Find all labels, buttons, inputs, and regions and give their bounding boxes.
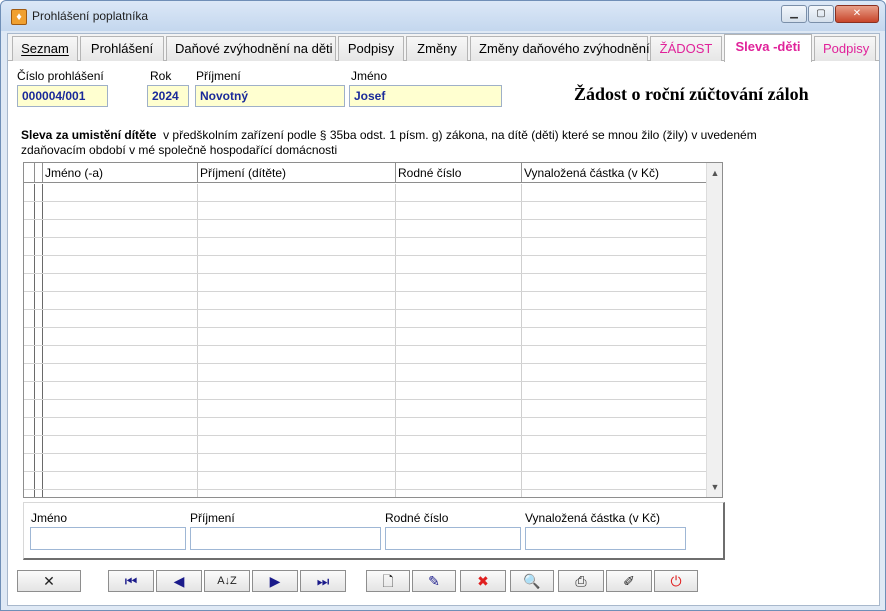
col-rodne-cislo[interactable]: Rodné číslo: [395, 163, 521, 183]
table-row[interactable]: [24, 202, 708, 220]
close-icon[interactable]: ✕: [835, 5, 879, 23]
page-title: Žádost o roční zúčtování záloh: [574, 84, 809, 104]
tab-bar: Seznam Prohlášení Daňové zvýhodnění na d…: [8, 34, 879, 62]
table-row[interactable]: [24, 346, 708, 364]
table-row[interactable]: [24, 328, 708, 346]
tab-podpisy[interactable]: Podpisy: [338, 36, 404, 61]
description: Sleva za umistění dítěte v předškolním z…: [21, 128, 781, 158]
table-row[interactable]: [24, 184, 708, 202]
cislo-field[interactable]: 000004/001: [17, 85, 108, 107]
delete-record-icon[interactable]: ✖: [460, 570, 506, 592]
detail-rodne-input[interactable]: [385, 527, 521, 550]
grid-scrollbar[interactable]: ▲ ▼: [706, 163, 722, 497]
table-row[interactable]: [24, 418, 708, 436]
children-grid[interactable]: Jméno (-a) Příjmení (dítěte) Rodné číslo…: [23, 162, 723, 498]
table-row[interactable]: [24, 364, 708, 382]
tab-sleva-deti[interactable]: Sleva -děti: [724, 34, 812, 62]
cancel-x-icon[interactable]: ✕: [17, 570, 81, 592]
new-record-icon[interactable]: 🗋: [366, 570, 410, 592]
detail-jmeno-input[interactable]: [30, 527, 186, 550]
settings-icon[interactable]: ✐: [606, 570, 652, 592]
tab-danove-zvyhodneni[interactable]: Daňové zvýhodnění na děti: [166, 36, 336, 61]
detail-castka-input[interactable]: [525, 527, 686, 550]
tab-zadost[interactable]: ŽÁDOST: [650, 36, 722, 61]
row-indicator-header: [24, 163, 34, 183]
table-row[interactable]: [24, 400, 708, 418]
detail-jmeno-label: Jméno: [31, 511, 68, 525]
titlebar: ♦ Prohlášení poplatníka ▁ ▢ ✕: [1, 1, 885, 31]
print-icon[interactable]: ⎙: [558, 570, 604, 592]
table-row[interactable]: [24, 472, 708, 490]
form-content: Seznam Prohlášení Daňové zvýhodnění na d…: [7, 33, 880, 606]
first-record-icon[interactable]: ⏮: [108, 570, 154, 592]
detail-panel: Jméno Příjmení Rodné číslo Vynaložená čá…: [23, 502, 725, 560]
prijmeni-field[interactable]: Novotný: [195, 85, 345, 107]
table-row[interactable]: [24, 310, 708, 328]
scroll-up-icon[interactable]: ▲: [707, 165, 722, 181]
prijmeni-label: Příjmení: [196, 69, 241, 83]
tab-prohlaseni[interactable]: Prohlášení: [80, 36, 164, 61]
detail-rodne-label: Rodné číslo: [385, 511, 449, 525]
maximize-icon[interactable]: ▢: [808, 5, 834, 23]
tab-zmeny-zvyhodneni[interactable]: Změny daňového zvýhodnění: [470, 36, 650, 61]
table-row[interactable]: [24, 292, 708, 310]
detail-prijmeni-label: Příjmení: [190, 511, 235, 525]
detail-castka-label: Vynaložená částka (v Kč): [525, 511, 660, 525]
table-row[interactable]: [24, 436, 708, 454]
cislo-label: Číslo prohlášení: [17, 69, 104, 83]
rok-label: Rok: [150, 69, 172, 83]
col-prijmeni[interactable]: Příjmení (dítěte): [197, 163, 395, 183]
table-row[interactable]: [24, 274, 708, 292]
scroll-down-icon[interactable]: ▼: [707, 479, 722, 495]
grid-header: Jméno (-a) Příjmení (dítěte) Rodné číslo…: [24, 163, 708, 183]
previous-record-icon[interactable]: ◀: [156, 570, 202, 592]
col-castka[interactable]: Vynaložená částka (v Kč): [521, 163, 708, 183]
tab-zmeny[interactable]: Změny: [406, 36, 468, 61]
sort-az-icon[interactable]: A↓Z: [204, 570, 250, 592]
jmeno-field[interactable]: Josef: [349, 85, 502, 107]
tab-seznam[interactable]: Seznam: [12, 36, 78, 61]
tab-podpisy-2[interactable]: Podpisy: [814, 36, 876, 61]
edit-record-icon[interactable]: ✎: [412, 570, 456, 592]
detail-prijmeni-input[interactable]: [190, 527, 381, 550]
power-exit-icon[interactable]: ⏻: [654, 570, 698, 592]
table-row[interactable]: [24, 382, 708, 400]
minimize-icon[interactable]: ▁: [781, 5, 807, 23]
person-orange-icon: ♦: [11, 9, 27, 25]
col-jmeno[interactable]: Jméno (-a): [42, 163, 197, 183]
table-row[interactable]: [24, 256, 708, 274]
main-window: ♦ Prohlášení poplatníka ▁ ▢ ✕ Seznam Pro…: [0, 0, 886, 611]
table-row[interactable]: [24, 454, 708, 472]
grid-rows: [24, 184, 708, 497]
jmeno-label: Jméno: [351, 69, 388, 83]
search-icon[interactable]: 🔍: [510, 570, 554, 592]
description-bold: Sleva za umistění dítěte: [21, 128, 157, 142]
next-record-icon[interactable]: ▶: [252, 570, 298, 592]
rok-field[interactable]: 2024: [147, 85, 189, 107]
table-row[interactable]: [24, 220, 708, 238]
row-indicator-header-2: [34, 163, 42, 183]
table-row[interactable]: [24, 238, 708, 256]
last-record-icon[interactable]: ⏭: [300, 570, 346, 592]
window-title: Prohlášení poplatníka: [32, 9, 149, 23]
